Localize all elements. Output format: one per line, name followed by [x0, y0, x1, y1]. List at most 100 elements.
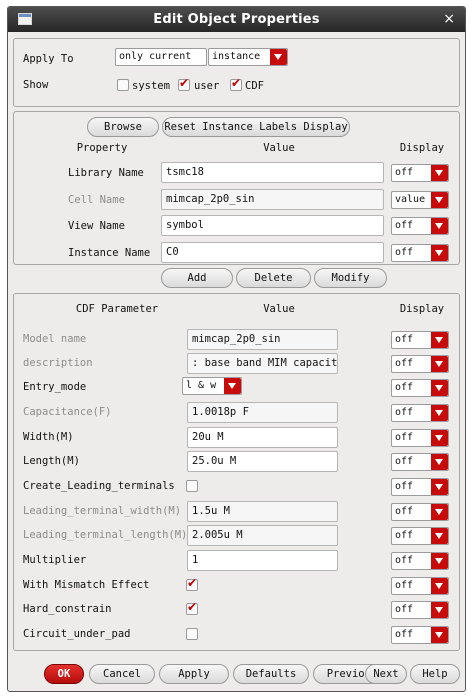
- chevron-down-icon: [224, 378, 241, 394]
- with-mismatch-effect-label: With Mismatch Effect: [23, 579, 150, 591]
- apply-to-scope-select[interactable]: only current: [115, 48, 207, 66]
- chevron-down-icon: [431, 578, 448, 594]
- chevron-down-icon: [431, 405, 448, 421]
- circuit-under-pad-label: Circuit_under_pad: [23, 628, 131, 640]
- show-system-checkbox[interactable]: [117, 79, 129, 91]
- chevron-down-icon: [431, 218, 448, 234]
- with-mismatch-effect-display-select[interactable]: off: [391, 577, 449, 595]
- view-name-display-select[interactable]: off: [391, 217, 449, 235]
- view-name-field[interactable]: symbol: [161, 215, 384, 236]
- entry-mode-select[interactable]: l & w: [182, 377, 242, 395]
- chevron-down-icon: [431, 454, 448, 470]
- help-button[interactable]: Help: [410, 664, 460, 684]
- leading-terminal-width-m-display-select-value: off: [395, 506, 414, 517]
- length-m-display-select[interactable]: off: [391, 453, 449, 471]
- show-system-label: system: [132, 80, 170, 92]
- capacitance-f-display-select-value: off: [395, 407, 414, 418]
- show-user-checkbox[interactable]: [178, 76, 190, 91]
- apply-to-object-select[interactable]: instance: [208, 48, 288, 66]
- entry-mode-select-value: l & w: [186, 380, 217, 391]
- description-display-select-value: off: [395, 358, 414, 369]
- cancel-button[interactable]: Cancel: [89, 664, 155, 684]
- view-name-label: View Name: [68, 220, 125, 232]
- description-display-select[interactable]: off: [391, 355, 449, 373]
- chevron-down-icon: [431, 553, 448, 569]
- show-user-label: user: [194, 80, 220, 92]
- model-name-display-select[interactable]: off: [391, 331, 449, 349]
- delete-button[interactable]: Delete: [236, 268, 311, 288]
- create-leading-terminals-display-select[interactable]: off: [391, 478, 449, 496]
- leading-terminal-length-m-field[interactable]: 2.005u M: [187, 525, 338, 546]
- value-column-header: Value: [263, 142, 295, 154]
- multiplier-display-select-value: off: [395, 555, 414, 566]
- chevron-down-icon: [270, 49, 287, 65]
- instance-name-field[interactable]: C0: [161, 242, 384, 263]
- chevron-down-icon: [431, 479, 448, 495]
- hard-constrain-checkbox[interactable]: [186, 600, 198, 615]
- defaults-button[interactable]: Defaults: [233, 664, 309, 684]
- leading-terminal-width-m-display-select[interactable]: off: [391, 503, 449, 521]
- chevron-down-icon: [431, 430, 448, 446]
- chevron-down-icon: [431, 504, 448, 520]
- leading-terminal-width-m-label: Leading_terminal_width(M): [23, 505, 182, 517]
- create-leading-terminals-checkbox[interactable]: [186, 480, 198, 492]
- apply-button[interactable]: Apply: [159, 664, 229, 684]
- model-name-display-select-value: off: [395, 334, 414, 345]
- browse-button[interactable]: Browse: [87, 117, 159, 137]
- view-name-display-select-value: off: [395, 220, 414, 231]
- circuit-under-pad-display-select[interactable]: off: [391, 626, 449, 644]
- hard-constrain-label: Hard_constrain: [23, 603, 112, 615]
- circuit-under-pad-checkbox[interactable]: [186, 628, 198, 640]
- entry-mode-display-select-value: off: [395, 382, 414, 393]
- cdf-value-column-header: Value: [263, 303, 295, 315]
- create-leading-terminals-label: Create_Leading_terminals: [23, 480, 175, 492]
- apply-to-scope-value: only current: [119, 51, 192, 62]
- capacitance-f-display-select[interactable]: off: [391, 404, 449, 422]
- capacitance-f-field[interactable]: 1.0018p F: [187, 402, 338, 423]
- show-cdf-label: CDF: [245, 80, 264, 92]
- apply-to-panel: Apply To only current instance Show syst…: [13, 38, 460, 107]
- chevron-down-icon: [431, 245, 448, 261]
- cell-name-field[interactable]: mimcap_2p0_sin: [161, 189, 384, 210]
- description-label: description: [23, 357, 93, 369]
- with-mismatch-effect-checkbox[interactable]: [186, 576, 198, 591]
- edit-object-properties-window: Edit Object Properties × Apply To only c…: [7, 6, 466, 692]
- multiplier-display-select[interactable]: off: [391, 552, 449, 570]
- modify-button[interactable]: Modify: [314, 268, 387, 288]
- description-field[interactable]: : base band MIM capacitor: [187, 353, 338, 374]
- chevron-down-icon: [431, 528, 448, 544]
- width-m-field[interactable]: 20u M: [187, 427, 338, 448]
- leading-terminal-length-m-display-select[interactable]: off: [391, 527, 449, 545]
- length-m-field[interactable]: 25.0u M: [187, 451, 338, 472]
- cdf-parameters-panel: CDF Parameter Value Display Model name mi…: [13, 293, 460, 651]
- instance-name-display-select[interactable]: off: [391, 244, 449, 262]
- chevron-down-icon: [431, 332, 448, 348]
- chevron-down-icon: [431, 192, 448, 208]
- width-m-display-select[interactable]: off: [391, 429, 449, 447]
- leading-terminal-width-m-field[interactable]: 1.5u M: [187, 501, 338, 522]
- library-name-display-select[interactable]: off: [391, 164, 449, 182]
- entry-mode-display-select[interactable]: off: [391, 379, 449, 397]
- chevron-down-icon: [431, 627, 448, 643]
- with-mismatch-effect-display-select-value: off: [395, 580, 414, 591]
- next-button[interactable]: Next: [365, 664, 407, 684]
- chevron-down-icon: [431, 165, 448, 181]
- hard-constrain-display-select[interactable]: off: [391, 601, 449, 619]
- library-name-field[interactable]: tsmc18: [161, 162, 384, 183]
- cell-name-display-select[interactable]: value: [391, 191, 449, 209]
- cell-name-display-select-value: value: [395, 194, 426, 205]
- chevron-down-icon: [431, 356, 448, 372]
- length-m-display-select-value: off: [395, 456, 414, 467]
- reset-instance-labels-button[interactable]: Reset Instance Labels Display: [162, 117, 350, 137]
- leading-terminal-length-m-label: Leading_terminal_length(M): [23, 529, 188, 541]
- ok-button[interactable]: OK: [44, 664, 84, 684]
- close-icon[interactable]: ×: [443, 11, 455, 27]
- cdf-parameter-column-header: CDF Parameter: [75, 303, 159, 315]
- show-cdf-checkbox[interactable]: [230, 76, 242, 91]
- add-button[interactable]: Add: [161, 268, 233, 288]
- length-m-label: Length(M): [23, 455, 80, 467]
- show-label: Show: [23, 79, 49, 91]
- model-name-field[interactable]: mimcap_2p0_sin: [187, 329, 338, 350]
- multiplier-field[interactable]: 1: [187, 550, 338, 571]
- display-column-header: Display: [399, 142, 445, 154]
